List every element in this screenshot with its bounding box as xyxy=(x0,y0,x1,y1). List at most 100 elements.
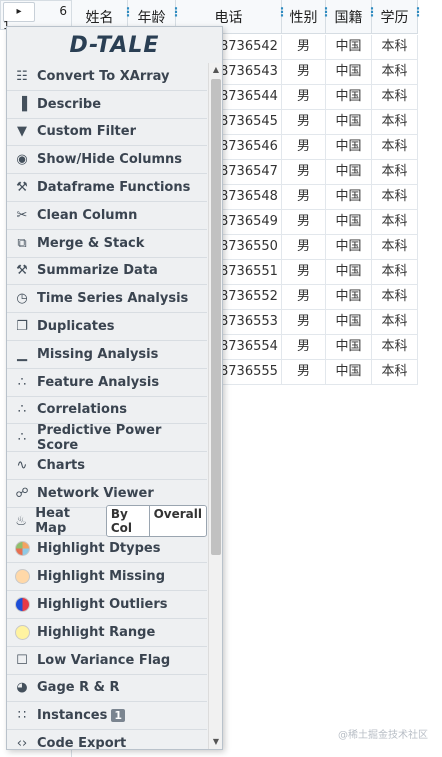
menu-item-gage-r-r[interactable]: ◕ Gage R & R xyxy=(7,675,207,703)
menu-item-merge-stack[interactable]: ⧉ Merge & Stack xyxy=(7,230,207,258)
menu-item-label: Feature Analysis xyxy=(37,374,160,390)
outliers-circle-icon xyxy=(11,596,33,614)
menu-item-time-series-analysis[interactable]: ◷ Time Series Analysis xyxy=(7,285,207,314)
nationality-cell[interactable]: 中国 xyxy=(326,85,372,110)
sex-cell[interactable]: 男 xyxy=(282,185,326,210)
scroll-up-icon[interactable]: ▲ xyxy=(209,63,222,77)
menu-item-highlight-dtypes[interactable]: Highlight Dtypes xyxy=(7,536,207,564)
sex-cell[interactable]: 男 xyxy=(282,285,326,310)
tools-icon: ⚒ xyxy=(16,263,28,279)
sex-cell[interactable]: 男 xyxy=(282,360,326,385)
menu-item-custom-filter[interactable]: ▼ Custom Filter xyxy=(7,119,207,147)
menu-item-highlight-range[interactable]: Highlight Range xyxy=(7,619,207,647)
menu-item-describe[interactable]: ▐ Describe xyxy=(7,91,207,119)
menu-item-duplicates[interactable]: ❐ Duplicates xyxy=(7,313,207,341)
sex-cell[interactable]: 男 xyxy=(282,85,326,110)
menu-item-label: Custom Filter xyxy=(37,124,136,140)
nationality-cell[interactable]: 中国 xyxy=(326,160,372,185)
sex-cell[interactable]: 男 xyxy=(282,60,326,85)
menu-item-missing-analysis[interactable]: ▁ Missing Analysis xyxy=(7,341,207,369)
sex-cell[interactable]: 男 xyxy=(282,160,326,185)
education-cell[interactable]: 本科 xyxy=(372,85,418,110)
education-cell[interactable]: 本科 xyxy=(372,260,418,285)
nationality-cell[interactable]: 中国 xyxy=(326,360,372,385)
menu-scrollbar[interactable]: ▲ ▼ xyxy=(208,63,222,749)
education-cell[interactable]: 本科 xyxy=(372,285,418,310)
menu-item-dataframe-functions[interactable]: ⚒ Dataframe Functions xyxy=(7,174,207,202)
menu-item-label: Gage R & R xyxy=(37,680,120,696)
nationality-cell[interactable]: 中国 xyxy=(326,185,372,210)
outliers-circle-swatch xyxy=(14,597,30,613)
sex-cell[interactable]: 男 xyxy=(282,235,326,260)
column-label: 电话 xyxy=(214,10,243,26)
education-cell[interactable]: 本科 xyxy=(372,235,418,260)
menu-item-summarize-data[interactable]: ⚒ Summarize Data xyxy=(7,258,207,286)
menu-item-heat-map[interactable]: ♨ Heat Map By Col Overall xyxy=(7,505,207,538)
column-header-sex[interactable]: 性别 ⋮ xyxy=(282,0,332,34)
instances-count-badge: 1 xyxy=(111,709,125,723)
education-cell[interactable]: 本科 xyxy=(372,135,418,160)
nationality-cell[interactable]: 中国 xyxy=(326,210,372,235)
sex-cell[interactable]: 男 xyxy=(282,210,326,235)
menu-item-feature-analysis[interactable]: ∴ Feature Analysis xyxy=(7,369,207,397)
nationality-cell[interactable]: 中国 xyxy=(326,35,372,60)
nationality-cell[interactable]: 中国 xyxy=(326,60,372,85)
heatmap-by-col-button[interactable]: By Col xyxy=(106,506,149,537)
menu-item-highlight-missing[interactable]: Highlight Missing xyxy=(7,563,207,592)
column-menu-icon[interactable]: ⋮ xyxy=(320,6,332,18)
education-cell[interactable]: 本科 xyxy=(372,110,418,135)
scroll-down-icon[interactable]: ▼ xyxy=(209,735,222,749)
range-circle-icon xyxy=(11,623,33,641)
sex-cell[interactable]: 男 xyxy=(282,260,326,285)
nationality-cell[interactable]: 中国 xyxy=(326,335,372,360)
nationality-cell[interactable]: 中国 xyxy=(326,260,372,285)
merge-icon: ⧉ xyxy=(17,235,27,251)
menu-item-label: Convert To XArray xyxy=(37,68,170,84)
nationality-cell[interactable]: 中国 xyxy=(326,110,372,135)
column-menu-icon[interactable]: ⋮ xyxy=(412,6,424,18)
education-cell[interactable]: 本科 xyxy=(372,35,418,60)
menu-item-clean-column[interactable]: ✂ Clean Column xyxy=(7,202,207,230)
column-menu-icon[interactable]: ⋮ xyxy=(170,6,182,18)
menu-item-charts[interactable]: ∿ Charts xyxy=(7,452,207,480)
sex-cell[interactable]: 男 xyxy=(282,310,326,335)
education-cell[interactable]: 本科 xyxy=(372,210,418,235)
column-menu-icon[interactable]: ⋮ xyxy=(366,6,378,18)
menu-item-highlight-outliers[interactable]: Highlight Outliers xyxy=(7,591,207,619)
menu-item-network-viewer[interactable]: ☍ Network Viewer xyxy=(7,480,207,508)
sex-cell[interactable]: 男 xyxy=(282,110,326,135)
nationality-cell[interactable]: 中国 xyxy=(326,310,372,335)
column-header-nationality[interactable]: 国籍 ⋮ xyxy=(326,0,378,34)
education-cell[interactable]: 本科 xyxy=(372,310,418,335)
gauge-icon: ◕ xyxy=(16,680,28,696)
code-icon: ‹› xyxy=(16,736,28,750)
education-cell[interactable]: 本科 xyxy=(372,185,418,210)
columns-icon: ▐ xyxy=(17,96,27,112)
nationality-cell[interactable]: 中国 xyxy=(326,135,372,160)
sex-cell[interactable]: 男 xyxy=(282,335,326,360)
menu-item-label: Correlations xyxy=(37,402,127,418)
education-cell[interactable]: 本科 xyxy=(372,60,418,85)
column-header-education[interactable]: 学历 ⋮ xyxy=(372,0,424,34)
menu-item-predictive-power-score[interactable]: ∴ Predictive Power Score xyxy=(7,423,207,453)
menu-item-show-hide-columns[interactable]: ◉ Show/Hide Columns xyxy=(7,146,207,175)
sex-cell[interactable]: 男 xyxy=(282,135,326,160)
menu-item-convert-to-xarray[interactable]: ☷ Convert To XArray xyxy=(7,63,207,91)
education-cell[interactable]: 本科 xyxy=(372,335,418,360)
education-cell[interactable]: 本科 xyxy=(372,360,418,385)
menu-item-instances[interactable]: ∷ Instances 1 xyxy=(7,702,207,731)
sex-cell[interactable]: 男 xyxy=(282,35,326,60)
menu-item-low-variance-flag[interactable]: ☐ Low Variance Flag xyxy=(7,647,207,675)
nationality-cell[interactable]: 中国 xyxy=(326,285,372,310)
column-menu-icon[interactable]: ⋮ xyxy=(276,6,288,18)
scrollbar-thumb[interactable] xyxy=(211,79,221,555)
menu-item-label: Instances xyxy=(37,708,108,724)
heatmap-overall-button[interactable]: Overall xyxy=(148,506,206,537)
menu-item-code-export[interactable]: ‹› Code Export xyxy=(7,730,207,750)
menu-item-correlations[interactable]: ∴ Correlations xyxy=(7,397,207,425)
nationality-cell[interactable]: 中国 xyxy=(326,235,372,260)
column-menu-icon[interactable]: ⋮ xyxy=(122,6,134,18)
broom-icon: ✂ xyxy=(16,207,28,223)
menu-item-label: Highlight Range xyxy=(37,624,156,640)
education-cell[interactable]: 本科 xyxy=(372,160,418,185)
